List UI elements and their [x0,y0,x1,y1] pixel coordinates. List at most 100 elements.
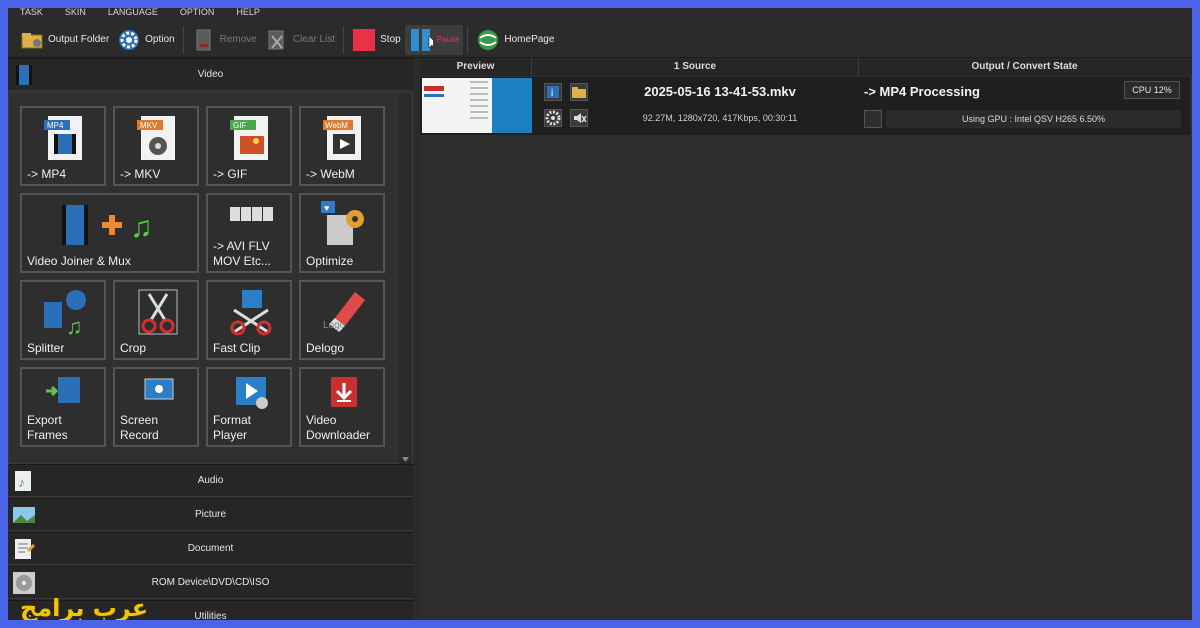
category-video[interactable]: Video [8,58,413,91]
task-list-header: Preview 1 Source Output / Convert State [420,58,1192,76]
clear-list-label: Clear List [292,34,336,45]
category-document[interactable]: Document [8,532,413,565]
source-filename: 2025-05-16 13-41-53.mkv [644,84,796,99]
function-panel: Video MP4 -> MP4 MKV -> MKV GIF -> GIF W… [8,58,413,620]
monitor-icon [135,375,181,407]
stop-label: Stop [380,34,401,45]
tile-gif-label: -> GIF [213,167,248,181]
mkv-badge: MKV [140,121,158,130]
clear-list-button[interactable]: Clear List [261,25,339,55]
menu-skin[interactable]: SKIN [65,8,86,22]
tile-fast-clip-label: Fast Clip [213,341,261,355]
tile-splitter-label: Splitter [27,341,65,355]
formats-icon [228,199,274,229]
tile-mkv[interactable]: MKV -> MKV [113,106,199,186]
tile-avi-flv-mov[interactable]: -> AVI FLV MOV Etc... [206,193,292,273]
mp4-file-icon: MP4 [42,114,88,162]
tile-avi-flv-mov-label: -> AVI FLV MOV Etc... [213,239,272,268]
tile-fast-clip[interactable]: Fast Clip [206,280,292,360]
tile-video-joiner[interactable]: ♫ Video Joiner & Mux [20,193,199,273]
mute-icon[interactable] [570,109,588,127]
info-icon[interactable]: i [544,83,562,101]
clear-list-icon [265,28,289,52]
toolbar-separator [467,25,469,54]
tile-export-frames-label: Export Frames [27,413,68,442]
tile-mp4[interactable]: MP4 -> MP4 [20,106,106,186]
globe-icon [476,28,500,52]
tile-delogo[interactable]: Logo Delogo [299,280,385,360]
toolbar: Output Folder Option Remove Clear List S… [8,22,1192,58]
category-picture[interactable]: Picture [8,498,413,531]
column-output-state[interactable]: Output / Convert State [859,58,1190,76]
mkv-file-icon: MKV [135,114,181,162]
film-icon [12,63,36,87]
tile-video-joiner-label: Video Joiner & Mux [27,254,131,268]
menu-help[interactable]: HELP [236,8,260,22]
category-utilities-label: Utilities [194,611,227,620]
category-rom-device-label: ROM Device\DVD\CD\ISO [151,577,270,588]
tile-optimize-label: Optimize [306,254,354,268]
disc-icon [12,571,36,595]
category-video-label: Video [197,69,224,80]
svg-text:♪: ♪ [18,474,25,490]
tile-format-player[interactable]: Format Player [206,367,292,447]
gear-icon [117,28,141,52]
audio-icon: ♪ [12,469,36,493]
svg-text:Logo: Logo [323,320,346,331]
gif-badge: GIF [233,121,246,130]
menu-bar: TASK SKIN LANGUAGE OPTION HELP [8,8,1192,22]
preview-thumbnail[interactable] [422,78,532,133]
tile-crop-label: Crop [120,341,147,355]
export-frames-icon [42,375,88,407]
category-audio[interactable]: ♪ Audio [8,464,413,497]
menu-task[interactable]: TASK [20,8,43,22]
column-source[interactable]: 1 Source [532,58,859,76]
category-picture-label: Picture [194,509,227,520]
webm-badge: WebM [325,121,348,130]
document-icon [12,537,36,561]
toolbar-separator [343,25,345,54]
output-folder-label: Output Folder [48,34,110,45]
svg-text:♫: ♫ [130,211,153,244]
option-button[interactable]: Option [113,25,178,55]
tile-mkv-label: -> MKV [120,167,161,181]
player-icon [228,375,274,411]
settings-gear-icon[interactable] [544,109,562,127]
tile-screen-record-label: Screen Record [120,413,159,442]
gpu-checkbox[interactable] [864,110,882,128]
watermark-logo: عرب برامج [20,594,149,620]
pause-button[interactable]: Pause [404,24,464,55]
video-grid-scrollbar[interactable] [399,93,412,465]
column-preview[interactable]: Preview [420,58,532,76]
menu-option[interactable]: OPTION [180,8,215,22]
splitter-icon: ♫ [42,288,88,339]
folder-icon [20,28,44,52]
tile-video-downloader-label: Video Downloader [306,413,371,442]
menu-language[interactable]: LANGUAGE [108,8,158,22]
tile-video-downloader[interactable]: Video Downloader [299,367,385,447]
download-icon [321,375,367,411]
pause-icon [409,28,438,52]
homepage-button[interactable]: HomePage [472,25,558,55]
remove-button[interactable]: Remove [188,25,261,55]
tile-webm[interactable]: WebM -> WebM [299,106,385,186]
stop-button[interactable]: Stop [348,25,405,55]
tile-crop[interactable]: Crop [113,280,199,360]
stop-icon [352,28,376,52]
picture-icon [12,503,36,527]
tile-splitter[interactable]: ♫ Splitter [20,280,106,360]
tile-optimize[interactable]: ♥ Optimize [299,193,385,273]
gpu-status: Using GPU : Intel QSV H265 6.50% [886,110,1181,128]
optimize-icon: ♥ [321,201,367,249]
svg-text:i: i [551,88,553,99]
output-folder-button[interactable]: Output Folder [16,25,113,55]
source-info: 92.27M, 1280x720, 417Kbps, 00:30:11 [642,113,798,123]
app-window: TASK SKIN LANGUAGE OPTION HELP Output Fo… [8,8,1192,620]
homepage-label: HomePage [504,34,555,45]
tile-screen-record[interactable]: Screen Record [113,367,199,447]
joiner-icon: ♫ [52,201,172,249]
tile-export-frames[interactable]: Export Frames [20,367,106,447]
task-row[interactable]: i 2025-05-16 13-41-53.mkv 92.27M, 1280x7… [420,77,1190,135]
folder-icon[interactable] [570,83,588,101]
tile-gif[interactable]: GIF -> GIF [206,106,292,186]
